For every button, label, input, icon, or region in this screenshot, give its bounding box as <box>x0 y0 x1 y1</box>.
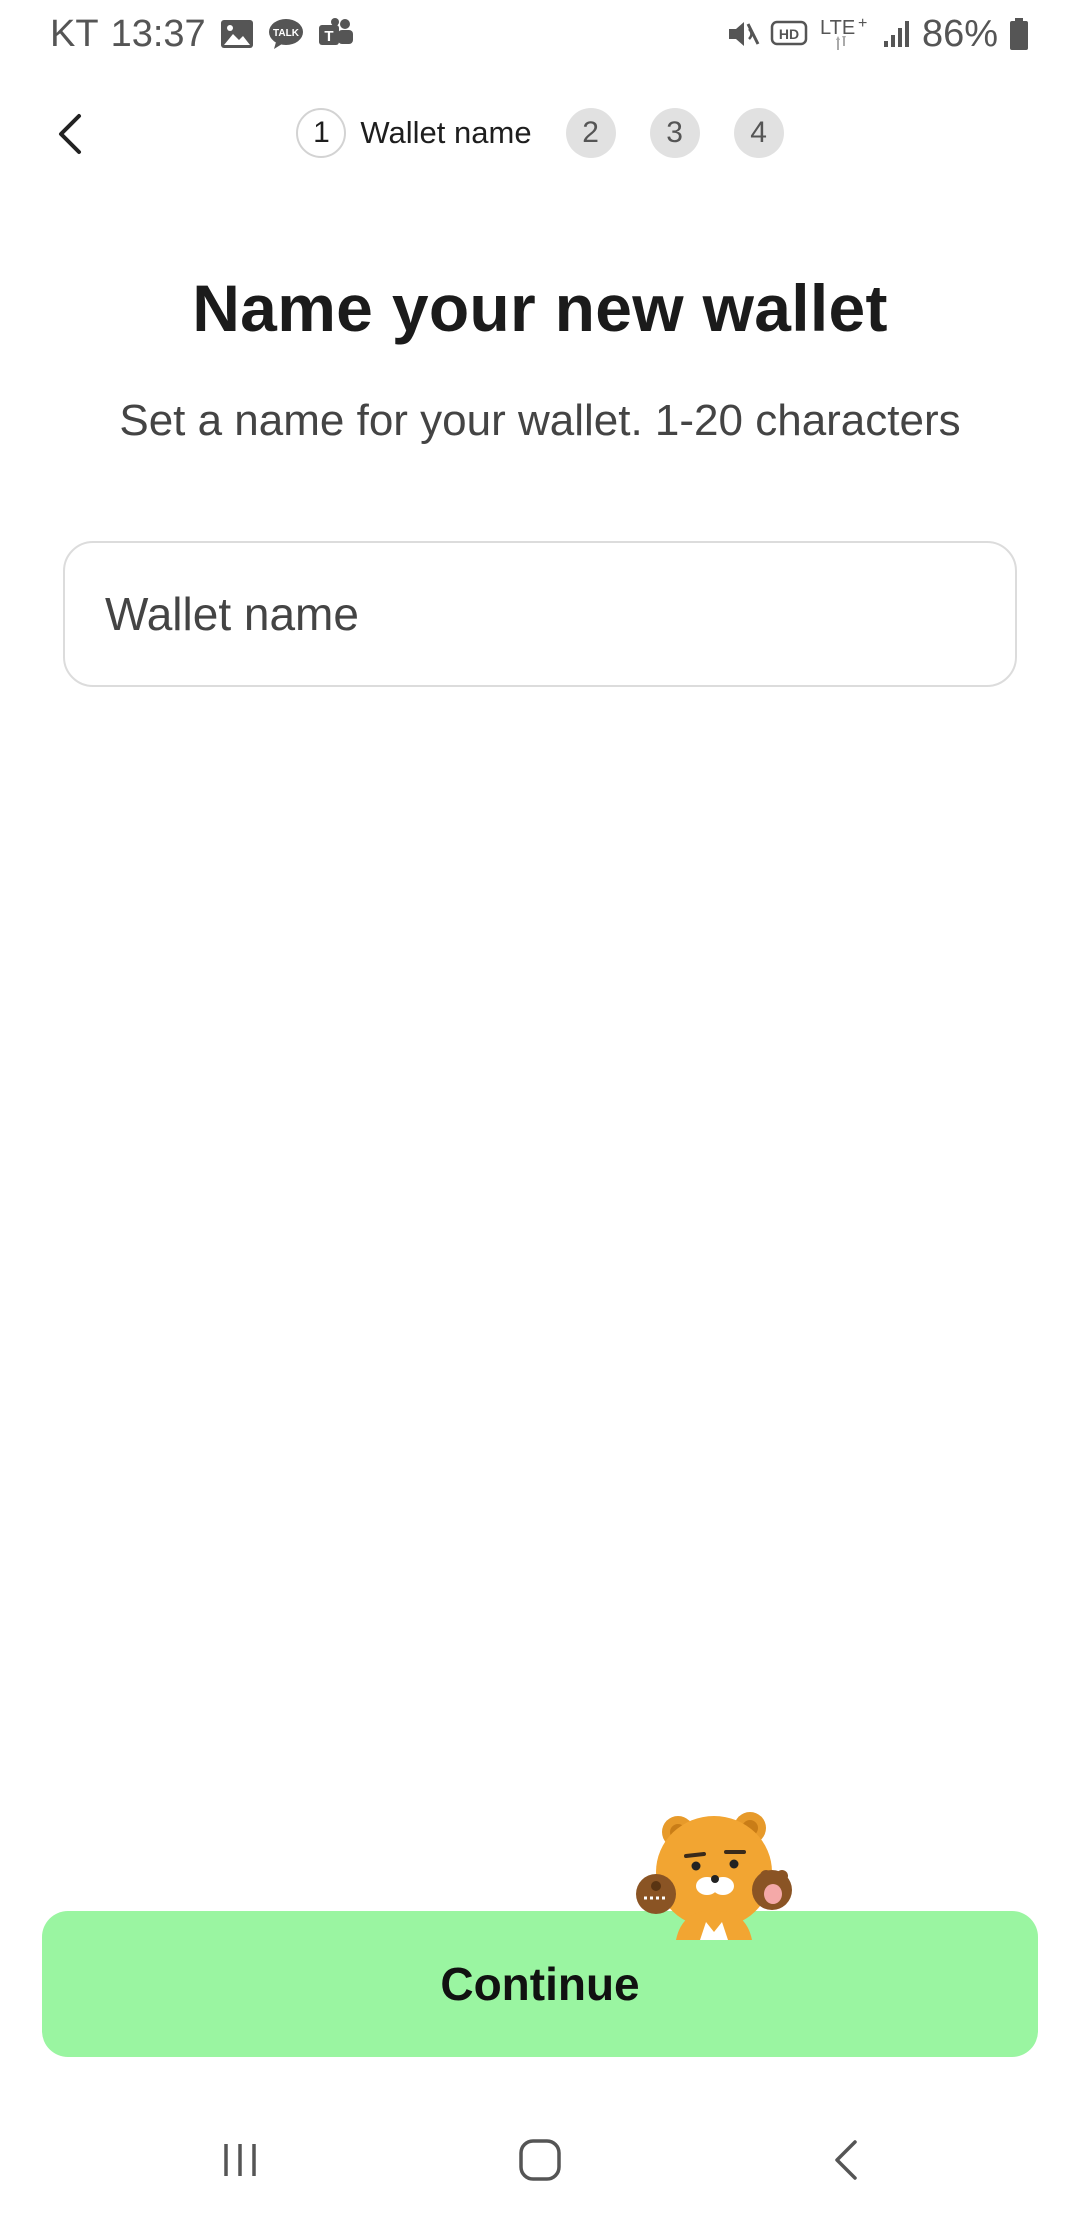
step-1-number: 1 <box>296 108 347 158</box>
step-indicator: 1 Wallet name 2 3 4 <box>0 106 1080 160</box>
system-nav-bar <box>0 2100 1080 2220</box>
home-icon <box>519 2139 561 2181</box>
step-1-label: Wallet name <box>360 115 532 150</box>
signal-icon <box>882 19 912 49</box>
back-icon <box>835 2140 857 2180</box>
page-title: Name your new wallet <box>192 271 888 345</box>
teams-icon: T <box>318 17 354 51</box>
continue-button-label: Continue <box>440 1958 640 2010</box>
status-bar: KT 13:37 TALK T HD LTE + 86% <box>0 0 1080 66</box>
gallery-icon <box>220 19 254 49</box>
lte-icon: LTE + <box>818 14 872 54</box>
svg-text:HD: HD <box>779 26 799 42</box>
continue-button[interactable]: Continue <box>42 1911 1038 2057</box>
ryan-mascot-image <box>630 1810 800 1940</box>
svg-text:TALK: TALK <box>273 28 300 39</box>
svg-text:+: + <box>858 15 867 32</box>
step-1: 1 Wallet name <box>296 108 532 158</box>
step-3: 3 <box>649 108 700 158</box>
system-back-button[interactable] <box>805 2120 885 2200</box>
recents-icon <box>224 2144 256 2176</box>
wallet-name-input[interactable] <box>65 587 1015 641</box>
kakaotalk-icon: TALK <box>268 18 304 50</box>
step-2: 2 <box>565 108 616 158</box>
mute-icon <box>726 18 760 50</box>
step-3-number: 3 <box>649 108 700 158</box>
carrier-label: KT <box>50 12 99 55</box>
app-header: 1 Wallet name 2 3 4 <box>0 90 1080 176</box>
step-4: 4 <box>733 108 784 158</box>
svg-text:LTE: LTE <box>820 17 855 39</box>
carrier-time: KT 13:37 <box>50 13 206 56</box>
screen: KT 13:37 TALK T HD LTE + 86% 1 Wallet na… <box>0 0 1080 2220</box>
battery-percent: 86% <box>921 12 998 55</box>
battery-icon <box>1008 17 1030 51</box>
status-right: HD LTE + 86% <box>726 10 1030 58</box>
svg-text:T: T <box>324 28 333 45</box>
hd-voice-icon: HD <box>770 19 808 49</box>
wallet-name-field[interactable] <box>63 541 1017 687</box>
status-left: KT 13:37 TALK T <box>50 10 354 58</box>
step-2-number: 2 <box>565 108 616 158</box>
recents-button[interactable] <box>200 2120 280 2200</box>
step-4-number: 4 <box>733 108 784 158</box>
time-label: 13:37 <box>110 12 206 55</box>
home-button[interactable] <box>500 2120 580 2200</box>
page-subtitle: Set a name for your wallet. 1-20 charact… <box>119 396 961 445</box>
